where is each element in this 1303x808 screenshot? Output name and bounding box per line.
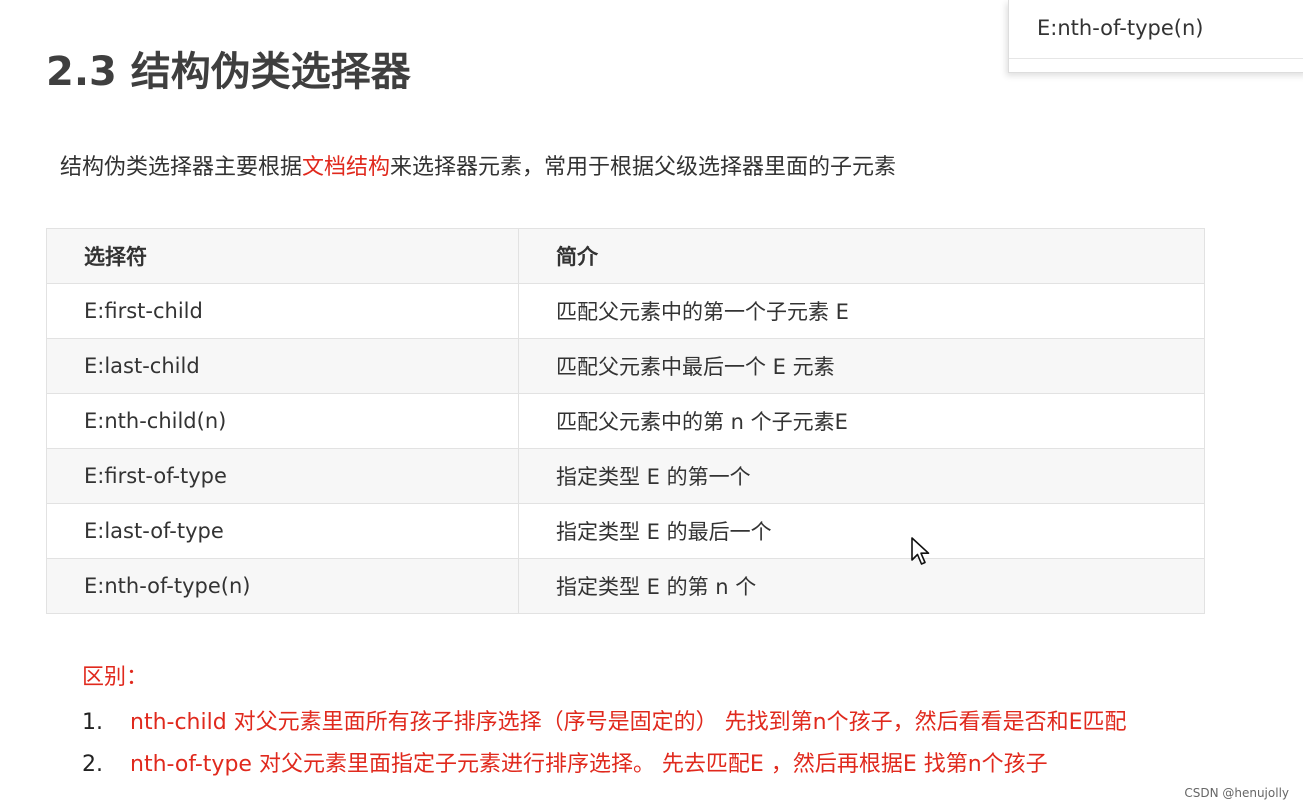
list-item: 2. nth-of-type 对父元素里面指定子元素进行排序选择。 先去匹配E … (82, 744, 1262, 786)
table-header-row: 选择符 简介 (46, 228, 1205, 284)
selector-cell: E:last-of-type (46, 503, 519, 559)
description-cell: 指定类型 E 的第一个 (518, 448, 1205, 504)
difference-list: 1. nth-child 对父元素里面所有孩子排序选择（序号是固定的） 先找到第… (82, 702, 1262, 786)
selector-cell: E:nth-child(n) (46, 393, 519, 449)
divider (1009, 58, 1303, 59)
list-number: 2. (82, 752, 103, 777)
description-cell: 匹配父元素中的第 n 个子元素E (518, 393, 1205, 449)
intro-text-after: 来选择器元素，常用于根据父级选择器里面的子元素 (390, 155, 897, 180)
selector-cell: E:first-child (46, 283, 519, 339)
description-cell: 匹配父元素中的第一个子元素 E (518, 283, 1205, 339)
difference-section: 区别： 1. nth-child 对父元素里面所有孩子排序选择（序号是固定的） … (82, 660, 1262, 786)
intro-text-before: 结构伪类选择器主要根据 (60, 155, 303, 180)
header-description: 简介 (518, 228, 1205, 284)
intro-paragraph: 结构伪类选择器主要根据文档结构来选择器元素，常用于根据父级选择器里面的子元素 (60, 150, 896, 186)
table-row: E:last-of-type 指定类型 E 的最后一个 (46, 503, 1205, 559)
description-cell: 匹配父元素中最后一个 E 元素 (518, 338, 1205, 394)
description-cell: 指定类型 E 的最后一个 (518, 503, 1205, 559)
list-text: nth-child 对父元素里面所有孩子排序选择（序号是固定的） 先找到第n个孩… (130, 710, 1127, 735)
outline-item[interactable]: E:nth-of-type(n) (1037, 10, 1203, 46)
difference-title: 区别： (82, 665, 149, 690)
table-row: E:first-of-type 指定类型 E 的第一个 (46, 448, 1205, 504)
page-title: 2.3 结构伪类选择器 (46, 49, 411, 95)
list-text: nth-of-type 对父元素里面指定子元素进行排序选择。 先去匹配E ，然后… (130, 752, 1048, 777)
table-row: E:nth-of-type(n) 指定类型 E 的第 n 个 (46, 558, 1205, 614)
list-item: 1. nth-child 对父元素里面所有孩子排序选择（序号是固定的） 先找到第… (82, 702, 1262, 744)
table-row: E:last-child 匹配父元素中最后一个 E 元素 (46, 338, 1205, 394)
mouse-pointer-icon (911, 537, 930, 565)
selector-table: 选择符 简介 E:first-child 匹配父元素中的第一个子元素 E E:l… (46, 228, 1205, 614)
description-cell: 指定类型 E 的第 n 个 (518, 558, 1205, 614)
selector-cell: E:nth-of-type(n) (46, 558, 519, 614)
selector-cell: E:first-of-type (46, 448, 519, 504)
intro-highlight: 文档结构 (302, 155, 391, 180)
list-number: 1. (82, 710, 103, 735)
outline-popup: E:nth-of-type(n) (1008, 0, 1303, 73)
watermark: CSDN @henujolly (1184, 786, 1289, 800)
header-selector: 选择符 (46, 228, 519, 284)
selector-cell: E:last-child (46, 338, 519, 394)
table-row: E:first-child 匹配父元素中的第一个子元素 E (46, 283, 1205, 339)
table-row: E:nth-child(n) 匹配父元素中的第 n 个子元素E (46, 393, 1205, 449)
